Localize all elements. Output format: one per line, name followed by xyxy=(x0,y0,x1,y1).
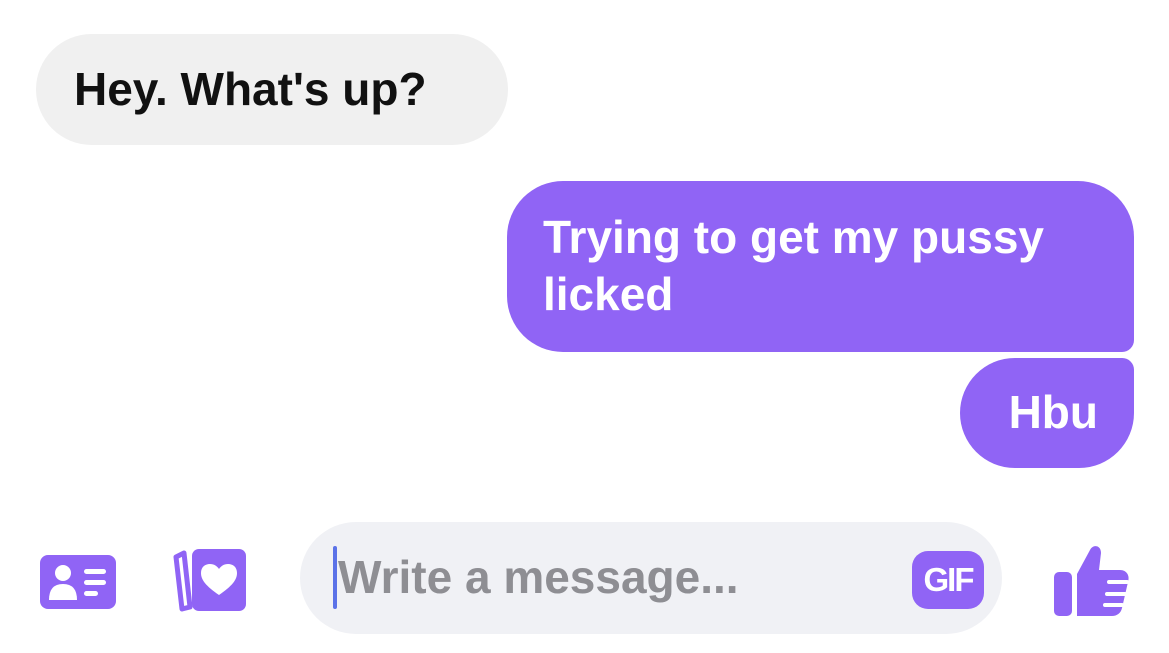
text-caret xyxy=(333,546,337,609)
contact-card-icon[interactable] xyxy=(40,555,116,609)
message-bubble-outgoing: Trying to get my pussy licked xyxy=(507,181,1134,352)
cards-heart-icon[interactable] xyxy=(170,545,250,615)
message-text: Hey. What's up? xyxy=(74,63,427,115)
composer-bar: GIF xyxy=(0,520,1169,640)
message-text: Hbu xyxy=(1008,386,1098,438)
gif-button[interactable]: GIF xyxy=(912,551,984,609)
message-bubble-outgoing: Hbu xyxy=(960,358,1134,468)
message-input-container[interactable]: GIF xyxy=(300,522,1002,634)
message-input[interactable] xyxy=(338,544,898,610)
message-bubble-incoming: Hey. What's up? xyxy=(36,34,508,145)
message-text: Trying to get my pussy licked xyxy=(543,211,1044,320)
chat-screen: Hey. What's up? Trying to get my pussy l… xyxy=(0,0,1169,653)
thumbs-up-icon[interactable] xyxy=(1052,542,1130,618)
